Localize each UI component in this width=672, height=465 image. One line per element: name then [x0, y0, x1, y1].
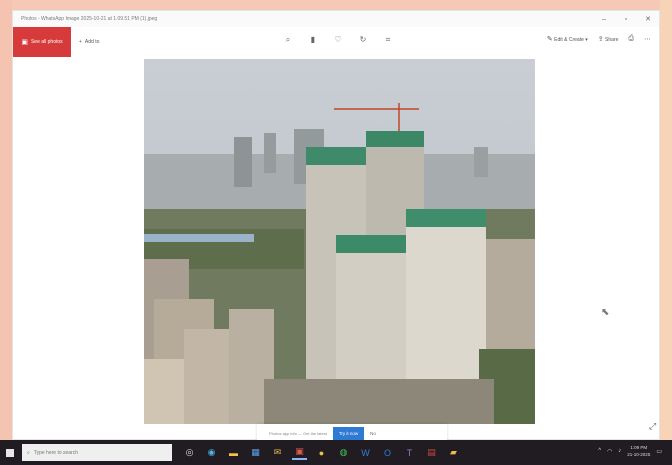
maximize-icon: ▫ [624, 15, 628, 23]
print-icon[interactable]: ⎙ [628, 35, 634, 43]
see-all-photos-button[interactable]: ▣ See all photos [13, 27, 71, 57]
add-to-button[interactable]: + Add to [79, 39, 99, 45]
windows-icon [6, 448, 14, 457]
edge-icon[interactable]: ◉ [204, 445, 219, 460]
title-bar: Photos - WhatsApp Image 2025-10-21 at 1.… [13, 11, 659, 27]
taskbar: ⌕ Type here to search ◎ ◉ ▬ ▦ ✉ ▣ ● ◍ W … [0, 440, 672, 465]
dismiss-link[interactable]: No [370, 431, 376, 436]
window-controls: – ▫ ✕ [593, 11, 659, 27]
taskbar-search[interactable]: ⌕ Type here to search [22, 444, 172, 461]
photos-window: Photos - WhatsApp Image 2025-10-21 at 1.… [12, 10, 660, 442]
photo-viewer-image [144, 59, 535, 424]
promo-caption: Photos app info — Get the latest [269, 430, 327, 436]
delete-icon[interactable]: ▮ [308, 35, 318, 45]
toolbar: ▣ See all photos + Add to ⌕ ▮ ♡ ↻ ⌗ ✎ Ed… [13, 27, 659, 57]
share-icon: ⇪ [597, 36, 604, 43]
window-title: Photos - WhatsApp Image 2025-10-21 at 1.… [21, 16, 158, 22]
edit-create-button[interactable]: ✎ Edit & Create ▾ [547, 35, 588, 43]
file-explorer-icon[interactable]: ▬ [226, 445, 241, 460]
search-icon: ⌕ [27, 449, 30, 456]
rotate-icon[interactable]: ↻ [358, 35, 368, 45]
system-tray: ^ ◠ ♪ 1:09 PM 21-10-2025 ▭ [598, 444, 662, 458]
store-icon[interactable]: ▦ [248, 445, 263, 460]
city-skyline-photo [144, 59, 535, 424]
zoom-in-icon[interactable]: ⌕ [283, 35, 293, 45]
photos-icon: ▣ [21, 39, 28, 46]
outlook-icon[interactable]: O [380, 445, 395, 460]
word-icon[interactable]: W [358, 445, 373, 460]
fullscreen-icon[interactable]: ⤢ [649, 421, 656, 432]
add-to-label: Add to [84, 39, 100, 45]
mail-icon[interactable]: ✉ [270, 445, 285, 460]
more-icon[interactable]: ⋯ [644, 35, 651, 43]
clock-date: 21-10-2025 [627, 452, 651, 457]
frame-right [660, 0, 672, 465]
share-label: Share [605, 37, 619, 43]
clock[interactable]: 1:09 PM 21-10-2025 [627, 444, 650, 458]
volume-icon[interactable]: ♪ [618, 448, 621, 454]
crop-icon[interactable]: ⌗ [383, 35, 393, 45]
edit-icon: ✎ [546, 36, 553, 43]
calendar-icon[interactable]: ▤ [424, 445, 439, 460]
close-icon: ✕ [645, 16, 651, 23]
notification-icon[interactable]: ▭ [656, 448, 662, 455]
task-view-icon[interactable]: ◎ [182, 445, 197, 460]
start-button[interactable] [0, 440, 20, 465]
clock-time: 1:09 PM [630, 445, 648, 450]
teams-icon[interactable]: T [402, 445, 417, 460]
right-tools: ✎ Edit & Create ▾ ⇪ Share ⎙ ⋯ [547, 35, 651, 43]
wifi-icon[interactable]: ◠ [607, 448, 612, 455]
center-tools: ⌕ ▮ ♡ ↻ ⌗ [283, 35, 393, 45]
frame-left [0, 0, 12, 465]
try-it-now-button[interactable]: Try it now [332, 426, 365, 440]
maximize-button[interactable]: ▫ [615, 11, 637, 27]
chrome-icon[interactable]: ● [314, 445, 329, 460]
whatsapp-icon[interactable]: ◍ [336, 445, 351, 460]
taskbar-apps: ◎ ◉ ▬ ▦ ✉ ▣ ● ◍ W O T ▤ ▰ [182, 445, 461, 460]
close-button[interactable]: ✕ [637, 11, 659, 27]
chevron-up-icon[interactable]: ^ [598, 448, 601, 454]
search-placeholder: Type here to search [33, 449, 79, 456]
mouse-cursor-icon: ⬉ [601, 307, 610, 318]
folder-icon[interactable]: ▰ [446, 445, 461, 460]
plus-icon: + [79, 39, 82, 45]
minimize-icon: – [602, 15, 606, 23]
minimize-button[interactable]: – [593, 11, 615, 27]
favorite-icon[interactable]: ♡ [333, 35, 343, 45]
edit-create-label: Edit & Create [554, 37, 584, 43]
photos-app-icon[interactable]: ▣ [292, 445, 307, 460]
see-all-photos-label: See all photos [30, 39, 63, 45]
share-button[interactable]: ⇪ Share [598, 35, 619, 43]
